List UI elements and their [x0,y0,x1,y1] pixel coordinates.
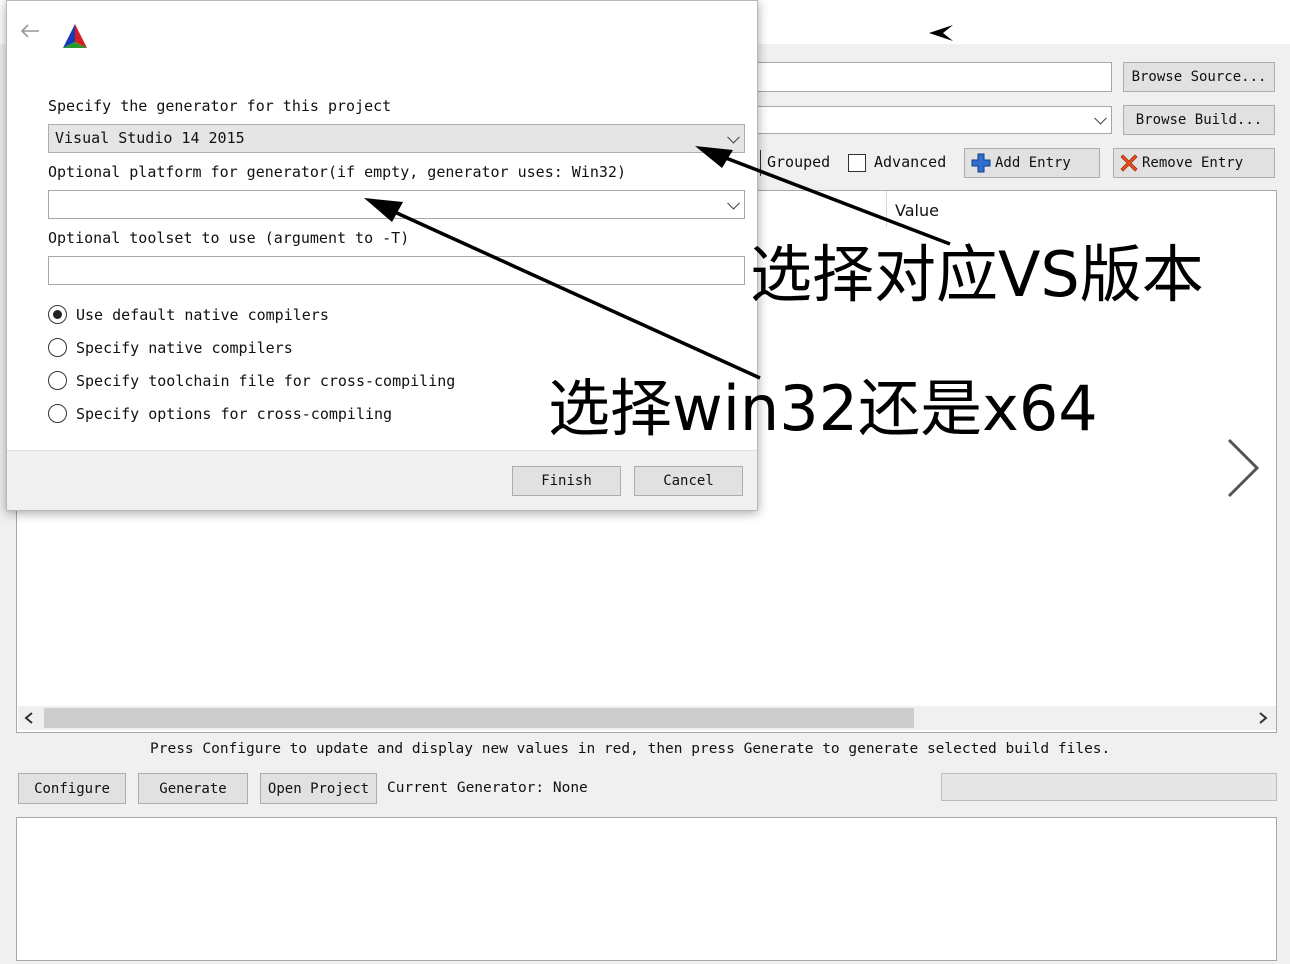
annotation-platform: 选择win32还是x64 [548,372,1098,445]
annotation-vs-version: 选择对应VS版本 [750,238,1204,311]
vs-version-arrow [695,146,951,246]
annotation-arrows [364,146,951,380]
platform-arrow [364,198,761,380]
